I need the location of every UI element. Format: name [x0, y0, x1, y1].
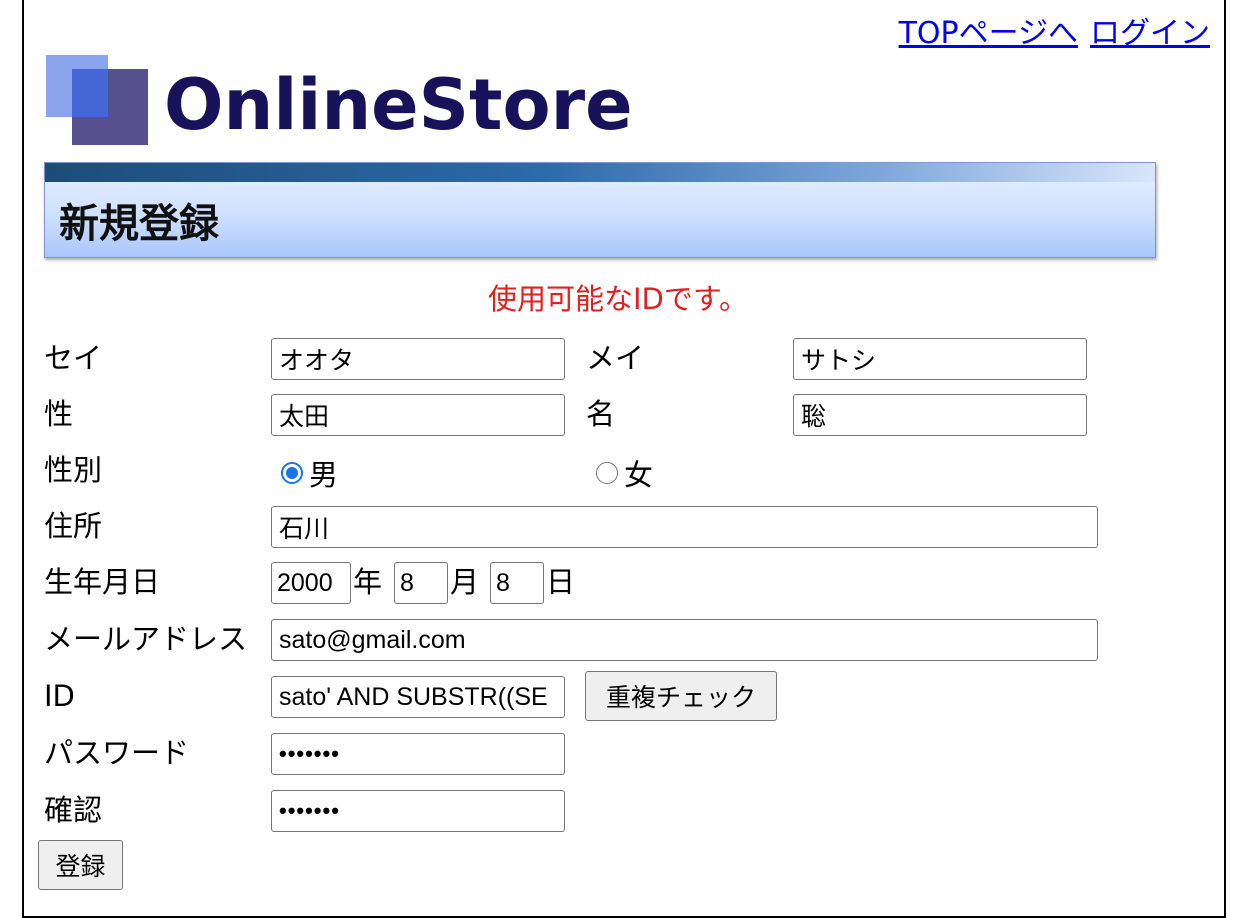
first-name-input[interactable]: [793, 394, 1087, 436]
email-input[interactable]: [271, 619, 1098, 661]
id-label: ID: [44, 679, 75, 713]
birth-month-input[interactable]: [394, 562, 448, 604]
logo-square-mid: [72, 69, 108, 117]
mei-input[interactable]: [793, 338, 1087, 380]
login-link[interactable]: ログイン: [1090, 16, 1210, 51]
email-label: メールアドレス: [44, 622, 248, 656]
gender-male-label: 男: [309, 458, 339, 492]
page-title: 新規登録: [59, 201, 219, 247]
register-button[interactable]: 登録: [38, 840, 123, 890]
status-message: 使用可能なIDです。: [488, 282, 748, 316]
confirm-password-input[interactable]: [271, 790, 565, 832]
top-links: TOPページへ ログイン: [887, 8, 1210, 52]
birth-year-input[interactable]: [271, 562, 351, 604]
password-label: パスワード: [44, 736, 190, 770]
year-unit: 年: [353, 565, 383, 599]
gender-label: 性別: [44, 453, 103, 487]
sei-label: セイ: [44, 341, 103, 375]
id-input[interactable]: [271, 676, 565, 718]
top-page-link[interactable]: TOPページへ: [899, 16, 1078, 51]
sei-input[interactable]: [271, 338, 565, 380]
confirm-label: 確認: [44, 793, 103, 827]
birthday-label: 生年月日: [44, 565, 161, 599]
online-store-logo: OnlineStore: [46, 55, 666, 147]
gender-female-label: 女: [624, 458, 654, 492]
birth-day-input[interactable]: [490, 562, 544, 604]
logo-text: OnlineStore: [164, 64, 633, 146]
password-input[interactable]: [271, 733, 565, 775]
address-input[interactable]: [271, 506, 1098, 548]
gender-female-radio[interactable]: [596, 462, 618, 484]
page-header-bar: 新規登録: [44, 162, 1156, 258]
day-unit: 日: [546, 565, 576, 599]
header-stripe: [45, 163, 1155, 182]
duplicate-check-button[interactable]: 重複チェック: [585, 671, 777, 721]
month-unit: 月: [450, 565, 480, 599]
gender-female-option[interactable]: 女: [596, 452, 653, 494]
gender-male-option[interactable]: 男: [281, 452, 338, 494]
address-label: 住所: [44, 509, 103, 543]
mei-label: メイ: [586, 341, 645, 375]
last-name-input[interactable]: [271, 394, 565, 436]
first-name-label: 名: [586, 397, 616, 431]
gender-male-radio[interactable]: [281, 462, 303, 484]
last-name-label: 性: [44, 397, 74, 431]
